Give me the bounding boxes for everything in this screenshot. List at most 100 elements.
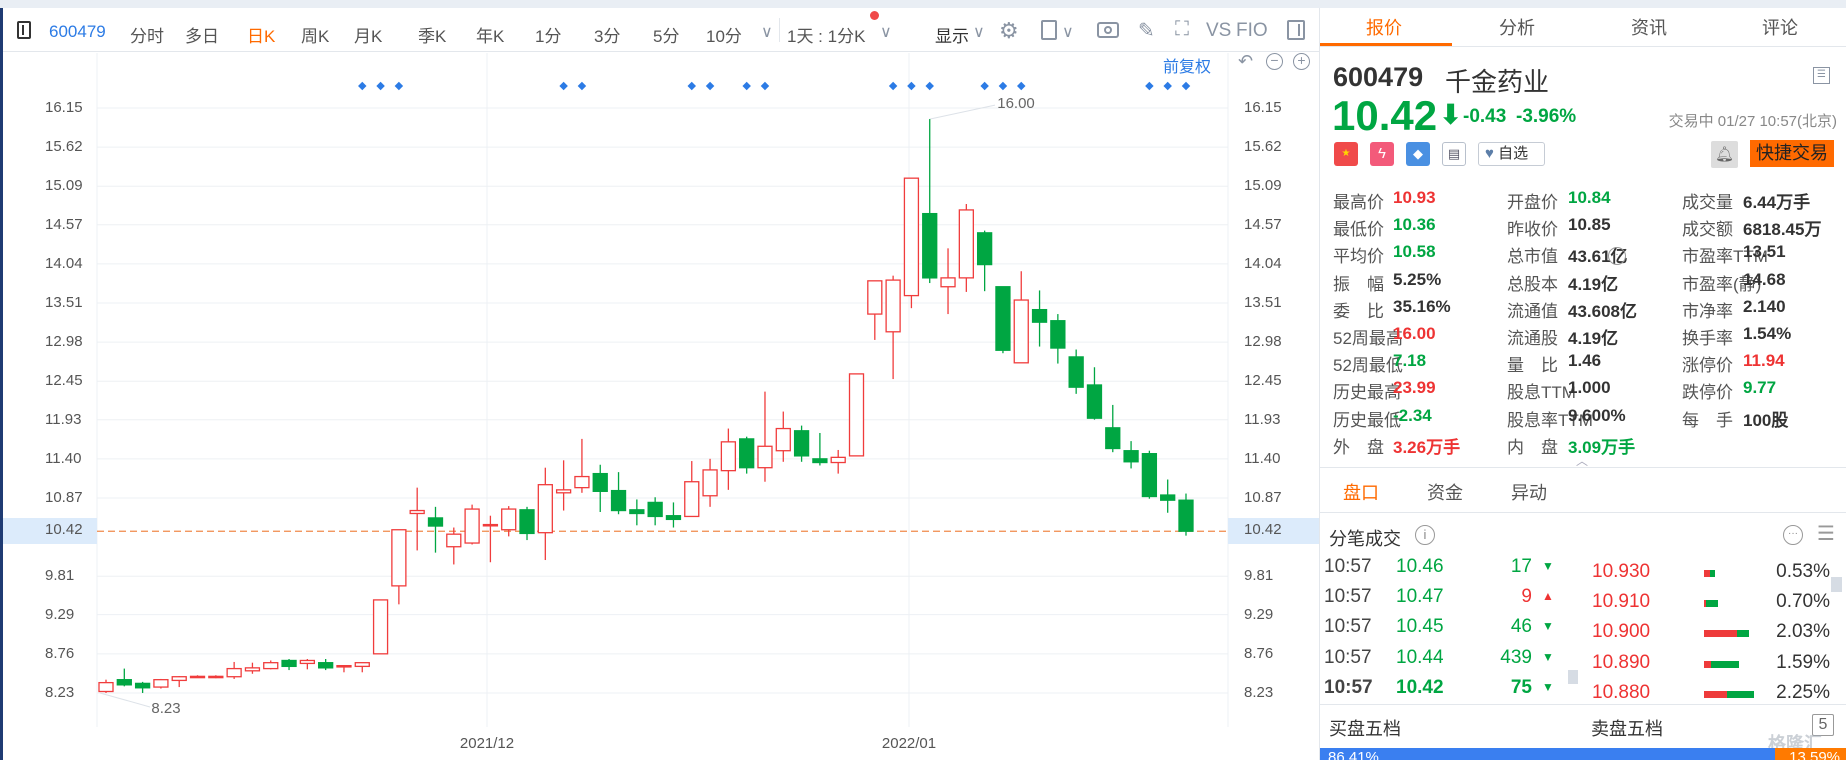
event-marker[interactable] [925, 81, 934, 91]
bell-icon[interactable]: 🔔︎ [1711, 141, 1738, 168]
period-tab[interactable]: 1分 [535, 22, 561, 47]
fullscreen-icon[interactable]: ⛶ [1175, 18, 1189, 41]
stock-code[interactable]: 600479 [49, 22, 106, 42]
add-watchlist-button[interactable]: ♥ 自选 [1478, 142, 1545, 166]
margin-trading-icon[interactable]: ϟ [1370, 142, 1394, 166]
candle-body [1013, 299, 1029, 364]
trade-row: 10:57 10.45 46 ▼ [1320, 616, 1570, 642]
event-marker[interactable] [1181, 81, 1191, 91]
period-tab[interactable]: 3分 [594, 22, 620, 47]
period-tab[interactable]: 周K [301, 22, 329, 47]
event-marker[interactable] [888, 81, 898, 91]
chevron-down-icon[interactable]: ∨ [1062, 22, 1074, 42]
period-tab[interactable]: 季K [418, 22, 446, 47]
event-marker[interactable] [687, 81, 697, 91]
down-triangle-icon: ▼ [1542, 619, 1554, 634]
candle-body [1068, 356, 1084, 388]
vs-compare-button[interactable]: VS [1206, 20, 1231, 42]
china-flag-icon[interactable]: ★ [1334, 142, 1358, 166]
panel-toggle-icon[interactable] [1287, 20, 1305, 40]
more-options-icon[interactable]: ··· [1783, 525, 1803, 545]
camera-icon[interactable] [1097, 22, 1119, 38]
period-tab[interactable]: 10分 [706, 22, 742, 47]
candle-body [1123, 450, 1139, 463]
stat-label: 振 幅 [1333, 274, 1384, 294]
event-marker[interactable] [980, 81, 989, 91]
kline-chart[interactable]: 16.15 16.15 15.62 15.62 15.09 15.09 14.57 14.57… [0, 51, 1319, 760]
event-marker[interactable] [577, 81, 587, 91]
candle-body [354, 662, 370, 668]
period-tab[interactable]: 年K [476, 22, 504, 47]
dist-bar-buy [1704, 660, 1711, 668]
sub-tab[interactable]: 盘口 [1343, 479, 1379, 505]
period-tab[interactable]: 多日 [185, 22, 219, 47]
candle-body [702, 469, 718, 497]
sidebar-toggle-icon[interactable] [17, 21, 31, 39]
period-select[interactable]: 1天 : 1分K [787, 22, 865, 47]
period-tab[interactable]: 月K [354, 22, 382, 47]
chevron-down-icon[interactable]: ∨ [880, 22, 892, 42]
gear-icon[interactable]: ⚙ [999, 18, 1019, 44]
event-marker[interactable] [760, 81, 770, 91]
note-icon[interactable]: ▤ [1442, 142, 1466, 166]
trades-scrollbar[interactable] [1568, 670, 1578, 684]
event-marker[interactable] [1017, 81, 1026, 91]
period-tab[interactable]: 分时 [130, 22, 164, 47]
trade-volume: 46 [1510, 616, 1532, 638]
dist-scrollbar[interactable] [1831, 577, 1842, 592]
info-icon[interactable]: i [1415, 525, 1435, 545]
stat-value: 14.68 [1743, 269, 1786, 289]
quote-tab[interactable]: 分析 [1499, 14, 1535, 40]
quote-tab[interactable]: 评论 [1762, 14, 1798, 40]
chevron-down-icon[interactable]: ∨ [973, 22, 985, 42]
event-marker[interactable] [705, 81, 715, 91]
event-marker[interactable] [394, 81, 404, 91]
candle-body [665, 515, 682, 521]
chevron-down-icon[interactable]: ∨ [761, 22, 773, 42]
candle-body [629, 509, 645, 515]
fio-button[interactable]: FIO [1236, 20, 1268, 42]
tag-icon[interactable]: ◆ [1406, 142, 1430, 166]
event-marker[interactable] [907, 81, 916, 91]
event-marker[interactable] [742, 81, 751, 91]
candle [775, 411, 791, 462]
pencil-icon[interactable]: ✎ [1138, 18, 1155, 43]
layout-icon[interactable] [1041, 20, 1057, 40]
menu-icon[interactable]: ☰ [1813, 67, 1830, 84]
zoom-in-icon[interactable]: + [1293, 53, 1310, 70]
y-axis-label-right: 12.45 [1244, 372, 1282, 390]
stat-value: 10.84 [1568, 188, 1611, 207]
sub-tab[interactable]: 异动 [1511, 479, 1547, 505]
event-marker[interactable] [1145, 81, 1154, 91]
quick-trade-button[interactable]: 快捷交易 [1750, 140, 1834, 167]
candle-body [555, 489, 572, 494]
display-menu[interactable]: 显示 [935, 22, 969, 47]
event-marker[interactable] [358, 81, 367, 91]
kline-canvas [96, 53, 1229, 727]
down-triangle-icon: ▼ [1542, 649, 1554, 664]
quote-tab[interactable]: 资讯 [1631, 14, 1667, 40]
period-tab[interactable]: 5分 [653, 22, 679, 47]
stat-value: 35.16% [1393, 296, 1451, 316]
quote-tab[interactable]: 报价 [1366, 14, 1402, 40]
candle [574, 438, 590, 493]
event-marker[interactable] [1163, 81, 1172, 91]
zoom-out-icon[interactable]: − [1266, 53, 1283, 70]
sub-tab[interactable]: 资金 [1427, 479, 1463, 505]
event-marker[interactable] [559, 81, 568, 91]
event-marker[interactable] [376, 81, 385, 91]
candle [629, 499, 645, 526]
more-icon[interactable]: ··· [1608, 247, 1626, 265]
buy-five-title: 买盘五档 [1329, 719, 1401, 739]
current-price-label-left: 10.42 [3, 518, 97, 545]
candle [116, 668, 132, 687]
event-marker[interactable] [998, 81, 1008, 91]
period-tab[interactable]: 日K [247, 22, 275, 47]
candle [391, 529, 407, 605]
list-view-icon[interactable]: ☰ [1817, 521, 1835, 546]
adjust-select[interactable]: 前复权 [1163, 53, 1211, 77]
reset-icon[interactable]: ↶ [1238, 51, 1253, 72]
y-axis-label-right: 10.87 [1244, 488, 1282, 506]
price-distribution-row: 10.930 0.53% [1585, 561, 1830, 587]
candle [812, 432, 828, 466]
